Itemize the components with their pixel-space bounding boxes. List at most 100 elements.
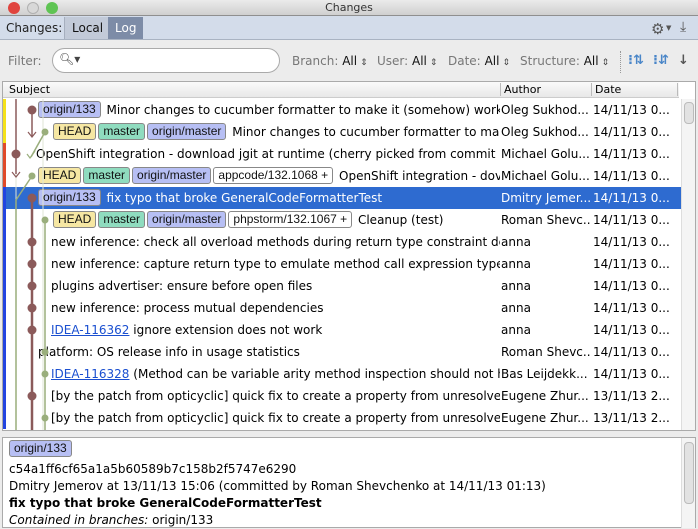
check-arrow-icon xyxy=(26,150,36,160)
commit-graph xyxy=(3,99,49,430)
commit-author-line: Dmitry Jemerov at 13/11/13 15:06 (commit… xyxy=(9,479,546,493)
commit-author: anna xyxy=(501,279,531,293)
collapse-graph-icon[interactable]: ⁝⇵ xyxy=(653,53,669,68)
commit-subject-cell: [by the patch from opticyclic] quick fix… xyxy=(51,385,500,407)
table-row[interactable]: IDEA-116328 (Method can be variable arit… xyxy=(3,363,683,385)
minimize-window-button[interactable] xyxy=(27,2,39,14)
title-bar: Changes xyxy=(0,0,698,16)
table-row[interactable]: [by the patch from opticyclic] quick fix… xyxy=(3,407,683,429)
table-row[interactable]: [by the patch from opticyclic] quick fix… xyxy=(3,385,683,407)
commit-date: 14/11/13 0... xyxy=(593,213,670,227)
branch-tag: origin/master xyxy=(132,167,212,184)
table-row[interactable]: origin/133 fix typo that broke GeneralCo… xyxy=(3,187,683,209)
date-filter[interactable]: Date: All ⇕ xyxy=(448,54,510,68)
table-scrollbar[interactable] xyxy=(681,99,695,430)
commit-subject: Cleanup (test) xyxy=(357,213,444,227)
branch-tag: origin/master xyxy=(147,123,227,140)
column-subject[interactable]: Subject xyxy=(9,83,50,96)
commit-subject-cell: [by the patch from opticyclic] quick fix… xyxy=(51,407,500,429)
go-to-head-icon[interactable]: ↓ xyxy=(678,53,689,68)
commit-date: 14/11/13 0... xyxy=(593,257,670,271)
commit-subject-cell: platform: OS release info in usage stati… xyxy=(38,341,500,363)
branch-color-bar xyxy=(3,187,6,429)
commit-subject-cell: origin/133 fix typo that broke GeneralCo… xyxy=(38,187,500,209)
table-row[interactable]: IDEA-116362 ignore extension does not wo… xyxy=(3,319,683,341)
table-row[interactable]: platform: OS release info in usage stati… xyxy=(3,341,683,363)
branch-filter[interactable]: Branch: All ⇕ xyxy=(292,54,368,68)
commit-details-panel: origin/133 c54a1ff6cf65a1a5b60589b7c158b… xyxy=(2,437,696,528)
gear-icon[interactable]: ⚙ xyxy=(651,20,664,38)
commit-subject: [by the patch from opticyclic] quick fix… xyxy=(51,411,500,425)
user-filter[interactable]: User: All ⇕ xyxy=(377,54,437,68)
branch-color-bar xyxy=(3,143,6,187)
commit-subject-cell: IDEA-116328 (Method can be variable arit… xyxy=(51,363,500,385)
zoom-window-button[interactable] xyxy=(46,2,58,14)
commit-node xyxy=(41,370,49,378)
contained-in-branches: Contained in branches: origin/133 xyxy=(9,513,214,527)
commit-subject-cell: new inference: capture return type to em… xyxy=(51,253,500,275)
table-row[interactable]: HEAD master origin/master phpstorm/132.1067… xyxy=(3,209,683,231)
branch-tag: origin/master xyxy=(147,211,227,228)
commit-author: Dmitry Jemer... xyxy=(501,191,591,205)
commit-author: Roman Shevc... xyxy=(501,345,591,359)
column-divider xyxy=(591,83,592,96)
column-author[interactable]: Author xyxy=(504,83,541,96)
commit-subject: fix typo that broke GeneralCodeFormatter… xyxy=(106,191,383,205)
commit-node xyxy=(27,325,37,335)
commit-hash: c54a1ff6cf65a1a5b60589b7c158b2f5747e6290 xyxy=(9,462,297,476)
column-divider xyxy=(677,83,678,96)
details-scrollbar[interactable] xyxy=(681,438,695,528)
close-window-button[interactable] xyxy=(8,2,20,14)
commit-date: 14/11/13 0... xyxy=(593,301,670,315)
commit-author: anna xyxy=(501,301,531,315)
commit-node xyxy=(41,216,49,224)
table-row[interactable]: plugins advertiser: ensure before open f… xyxy=(3,275,683,297)
search-icon[interactable]: 🔍︎▾ xyxy=(59,52,80,66)
commit-subject-cell: new inference: process mutual dependenci… xyxy=(51,297,500,319)
table-row[interactable]: new inference: capture return type to em… xyxy=(3,253,683,275)
commit-date: 14/11/13 0... xyxy=(593,103,670,117)
table-row[interactable]: HEAD master origin/master appcode/132.1068 … xyxy=(3,165,683,187)
commit-message: fix typo that broke GeneralCodeFormatter… xyxy=(9,496,322,510)
table-row[interactable]: origin/133 Minor changes to cucumber for… xyxy=(3,99,683,121)
commit-node xyxy=(11,149,21,159)
commit-subject: OpenShift integration - dov xyxy=(339,169,500,183)
commit-node xyxy=(27,281,37,291)
chevron-down-icon[interactable]: ▼ xyxy=(666,24,671,32)
commit-subject-cell: HEAD master origin/master Minor changes to… xyxy=(53,121,500,143)
structure-filter[interactable]: Structure: All ⇕ xyxy=(520,54,609,68)
commit-author: Oleg Sukhod... xyxy=(501,125,589,139)
commit-node xyxy=(27,105,37,115)
commit-date: 14/11/13 0... xyxy=(593,367,670,381)
table-row[interactable]: OpenShift integration - download jgit at… xyxy=(3,143,683,165)
commit-subject: OpenShift integration - download jgit at… xyxy=(36,147,500,161)
expand-graph-icon[interactable]: ⁝⇅ xyxy=(628,53,644,68)
commit-node xyxy=(27,193,37,203)
commit-author: Bas Leijdekk... xyxy=(501,367,588,381)
table-row[interactable]: new inference: check all overload method… xyxy=(3,231,683,253)
commit-author: Michael Golu... xyxy=(501,147,590,161)
column-date[interactable]: Date xyxy=(595,83,621,96)
commit-subject-cell: HEAD master origin/master appcode/132.1068 … xyxy=(38,165,500,187)
column-divider xyxy=(500,83,501,96)
branch-tag: master xyxy=(83,167,131,184)
filter-input[interactable]: 🔍︎▾ xyxy=(52,48,280,73)
table-row[interactable]: new inference: process mutual dependenci… xyxy=(3,297,683,319)
details-scrollbar-thumb[interactable] xyxy=(684,442,694,504)
commit-subject: new inference: capture return type to em… xyxy=(51,257,500,271)
branch-color-bar xyxy=(3,99,6,143)
tab-local[interactable]: Local xyxy=(64,17,112,39)
commit-subject-cell: OpenShift integration - download jgit at… xyxy=(36,143,500,165)
commit-subject-cell: origin/133 Minor changes to cucumber for… xyxy=(38,99,500,121)
commit-subject: ignore extension does not work xyxy=(133,323,323,337)
download-icon[interactable]: ⤓ xyxy=(680,19,686,35)
commit-subject: [by the patch from opticyclic] quick fix… xyxy=(51,389,500,403)
tab-log[interactable]: Log xyxy=(108,17,144,39)
table-row[interactable]: HEAD master origin/master Minor changes to… xyxy=(3,121,683,143)
commit-node xyxy=(41,128,49,136)
branch-tag: appcode/132.1068 + xyxy=(213,167,334,184)
filter-label: Filter: xyxy=(8,54,42,68)
changes-toolbar: Changes: Local Log ⚙ ▼ ⤓ xyxy=(0,16,698,40)
commit-subject-cell: IDEA-116362 ignore extension does not wo… xyxy=(51,319,500,341)
table-scrollbar-thumb[interactable] xyxy=(684,102,694,124)
